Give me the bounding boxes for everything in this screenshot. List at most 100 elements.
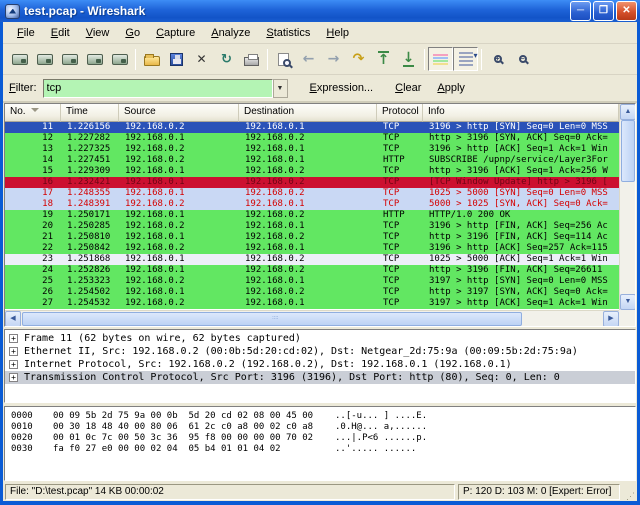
capture-stop-icon[interactable]: [82, 47, 107, 71]
column-header-source[interactable]: Source: [119, 104, 239, 122]
expression-button[interactable]: Expression...: [306, 80, 378, 96]
column-header-protocol[interactable]: Protocol: [377, 104, 423, 122]
menu-view[interactable]: View: [78, 24, 118, 42]
cell-src: 192.168.0.2: [125, 276, 185, 286]
packet-row[interactable]: 19 1.250171 192.168.0.1 192.168.0.2 HTTP HTTP…: [5, 210, 619, 221]
column-header-no[interactable]: No.: [5, 104, 61, 122]
packet-row[interactable]: 27 1.254532 192.168.0.2 192.168.0.1 TCP 3197 …: [5, 298, 619, 309]
vscroll-thumb[interactable]: [621, 120, 635, 182]
find-packet-icon[interactable]: [271, 47, 296, 71]
hex-offset: 0030: [11, 444, 33, 454]
cell-proto: TCP: [383, 166, 400, 176]
open-file-icon[interactable]: [139, 47, 164, 71]
menu-capture[interactable]: Capture: [148, 24, 203, 42]
packet-row[interactable]: 13 1.227325 192.168.0.2 192.168.0.1 TCP 3196 …: [5, 144, 619, 155]
cell-time: 1.232421: [67, 177, 111, 187]
menu-help[interactable]: Help: [318, 24, 357, 42]
hex-row[interactable]: 0010 00 30 18 48 40 00 80 06 61 2c c0 a8 …: [11, 422, 635, 433]
apply-button[interactable]: Apply: [433, 80, 469, 96]
menu-statistics[interactable]: Statistics: [258, 24, 318, 42]
interface-list-icon[interactable]: [7, 47, 32, 71]
hex-row[interactable]: 0030 fa f0 27 e0 00 00 02 04 05 b4 01 01 …: [11, 444, 635, 455]
scroll-right-arrow[interactable]: ▶: [603, 311, 619, 326]
column-header-time[interactable]: Time: [61, 104, 119, 122]
capture-start-icon[interactable]: [57, 47, 82, 71]
title-bar[interactable]: test.pcap - Wireshark ─ ❐ ✕: [0, 0, 640, 22]
menu-go[interactable]: Go: [117, 24, 148, 42]
detail-row[interactable]: + Internet Protocol, Src: 192.168.0.2 (19…: [5, 358, 635, 371]
go-to-top-icon[interactable]: ↑: [371, 47, 396, 71]
filter-input[interactable]: [42, 78, 273, 98]
expander-icon[interactable]: +: [9, 373, 18, 382]
cell-proto: TCP: [383, 298, 400, 308]
colorize-icon[interactable]: [428, 47, 453, 71]
expander-icon[interactable]: +: [9, 347, 18, 356]
close-file-icon[interactable]: ✕: [189, 47, 214, 71]
hex-ascii: ..[-u... ] ....E.: [335, 411, 428, 421]
packet-row[interactable]: 14 1.227451 192.168.0.2 192.168.0.1 HTTP SUBS…: [5, 155, 619, 166]
packet-row[interactable]: 12 1.227282 192.168.0.1 192.168.0.2 TCP http …: [5, 133, 619, 144]
packet-list-hscrollbar[interactable]: ◀ ▶: [5, 310, 619, 326]
hex-row[interactable]: 0020 00 01 0c 7c 00 50 3c 36 95 f8 00 00 …: [11, 433, 635, 444]
detail-row[interactable]: + Transmission Control Protocol, Src Port…: [5, 371, 635, 384]
expander-icon[interactable]: +: [9, 360, 18, 369]
go-to-packet-icon[interactable]: ↷: [346, 47, 371, 71]
packet-row[interactable]: 21 1.250810 192.168.0.1 192.168.0.2 TCP http …: [5, 232, 619, 243]
go-back-icon[interactable]: ←: [296, 47, 321, 71]
packet-row[interactable]: 26 1.254502 192.168.0.1 192.168.0.2 TCP http …: [5, 287, 619, 298]
packet-row[interactable]: 16 1.232421 192.168.0.1 192.168.0.2 TCP [TCP …: [5, 177, 619, 188]
hscroll-thumb[interactable]: [22, 312, 522, 326]
cell-dst: 192.168.0.1: [245, 122, 305, 132]
capture-restart-icon[interactable]: [107, 47, 132, 71]
reload-icon[interactable]: ↻: [214, 47, 239, 71]
zoom-out-icon[interactable]: −: [510, 47, 535, 71]
clear-button[interactable]: Clear: [391, 80, 425, 96]
cell-dst: 192.168.0.1: [245, 155, 305, 165]
hex-row[interactable]: 0000 00 09 5b 2d 75 9a 00 0b 5d 20 cd 02 …: [11, 411, 635, 422]
column-header-destination[interactable]: Destination: [239, 104, 377, 122]
detail-row[interactable]: + Frame 11 (62 bytes on wire, 62 bytes ca…: [5, 332, 635, 345]
minimize-button[interactable]: ─: [570, 1, 591, 21]
scroll-down-arrow[interactable]: ▼: [620, 294, 635, 310]
print-icon[interactable]: [239, 47, 264, 71]
toolbar-separator: [481, 48, 482, 70]
packet-row[interactable]: 11 1.226156 192.168.0.2 192.168.0.1 TCP 3196 …: [5, 122, 619, 133]
cell-src: 192.168.0.1: [125, 177, 185, 187]
detail-row[interactable]: + Ethernet II, Src: 192.168.0.2 (00:0b:5d…: [5, 345, 635, 358]
cell-no: 25: [42, 276, 53, 286]
scroll-up-arrow[interactable]: ▲: [620, 104, 635, 120]
close-button[interactable]: ✕: [616, 1, 637, 21]
filter-dropdown-button[interactable]: ▼: [272, 78, 288, 98]
menu-file[interactable]: File: [9, 24, 43, 42]
menu-bar: File Edit View Go Capture Analyze Statistics He…: [3, 22, 637, 44]
packet-row[interactable]: 22 1.250842 192.168.0.2 192.168.0.1 TCP 3196 …: [5, 243, 619, 254]
zoom-in-icon[interactable]: +: [485, 47, 510, 71]
cell-dst: 192.168.0.2: [245, 133, 305, 143]
packet-row[interactable]: 15 1.229309 192.168.0.1 192.168.0.2 TCP http …: [5, 166, 619, 177]
resize-grip[interactable]: [623, 484, 635, 502]
capture-options-icon[interactable]: [32, 47, 57, 71]
scroll-left-arrow[interactable]: ◀: [5, 311, 21, 326]
cell-no: 20: [42, 221, 53, 231]
packet-row[interactable]: 17 1.248355 192.168.0.1 192.168.0.2 TCP 1025 …: [5, 188, 619, 199]
hex-offset: 0020: [11, 433, 33, 443]
cell-proto: TCP: [383, 243, 400, 253]
hex-dump-pane: 0000 00 09 5b 2d 75 9a 00 0b 5d 20 cd 02 …: [4, 406, 636, 481]
menu-analyze[interactable]: Analyze: [203, 24, 258, 42]
wireshark-app-icon: [5, 3, 20, 19]
packet-list-vscrollbar[interactable]: ▲ ▼: [619, 104, 635, 310]
packet-row[interactable]: 24 1.252826 192.168.0.1 192.168.0.2 TCP http …: [5, 265, 619, 276]
auto-scroll-icon[interactable]: [453, 47, 478, 71]
menu-edit[interactable]: Edit: [43, 24, 78, 42]
packet-row[interactable]: 25 1.253323 192.168.0.2 192.168.0.1 TCP 3197 …: [5, 276, 619, 287]
packet-row[interactable]: 18 1.248391 192.168.0.2 192.168.0.1 TCP 5000 …: [5, 199, 619, 210]
column-header-info[interactable]: Info: [423, 104, 619, 122]
go-forward-icon[interactable]: →: [321, 47, 346, 71]
packet-row[interactable]: 20 1.250285 192.168.0.2 192.168.0.1 TCP 3196 …: [5, 221, 619, 232]
expander-icon[interactable]: +: [9, 334, 18, 343]
go-to-bottom-icon[interactable]: ↓: [396, 47, 421, 71]
maximize-button[interactable]: ❐: [593, 1, 614, 21]
save-file-icon[interactable]: [164, 47, 189, 71]
cell-dst: 192.168.0.2: [245, 210, 305, 220]
packet-row[interactable]: 23 1.251868 192.168.0.1 192.168.0.2 TCP 1025 …: [5, 254, 619, 265]
